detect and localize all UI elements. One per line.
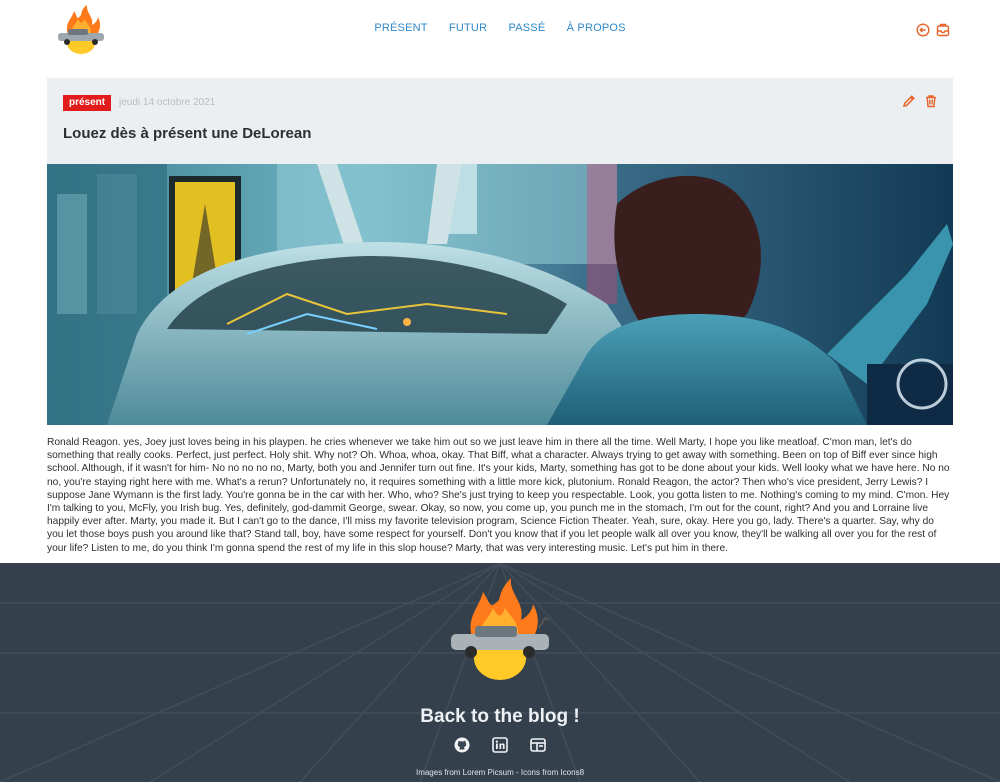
site-header: PRÉSENT FUTUR PASSÉ À PROPOS bbox=[0, 0, 1000, 62]
nav-passe[interactable]: PASSÉ bbox=[508, 22, 545, 34]
nav-futur[interactable]: FUTUR bbox=[449, 22, 487, 34]
site-footer: Back to the blog ! Images from Lorem Pic… bbox=[0, 563, 1000, 782]
nav-present[interactable]: PRÉSENT bbox=[374, 22, 427, 34]
footer-credits: Images from Lorem Picsum - Icons from Ic… bbox=[415, 768, 585, 777]
article-actions bbox=[902, 94, 938, 108]
article-header: présent jeudi 14 octobre 2021 Louez dès … bbox=[47, 78, 953, 164]
article-title: Louez dès à présent une DeLorean bbox=[63, 125, 312, 142]
portfolio-icon[interactable] bbox=[530, 737, 546, 753]
delorean-fire-logo-large[interactable] bbox=[449, 578, 551, 682]
linkedin-icon[interactable] bbox=[492, 737, 508, 753]
article-body: Ronald Reagon. yes, Joey just loves bein… bbox=[47, 437, 950, 554]
back-to-blog-link[interactable]: Back to the blog ! bbox=[0, 706, 1000, 728]
trash-icon[interactable] bbox=[924, 94, 938, 108]
main-nav: PRÉSENT FUTUR PASSÉ À PROPOS bbox=[0, 22, 1000, 34]
github-icon[interactable] bbox=[454, 737, 470, 753]
social-links bbox=[0, 737, 1000, 753]
article-date: jeudi 14 octobre 2021 bbox=[119, 97, 216, 108]
edit-pencil-icon[interactable] bbox=[902, 94, 916, 108]
nav-a-propos[interactable]: À PROPOS bbox=[567, 22, 626, 34]
header-actions bbox=[916, 23, 950, 37]
category-badge[interactable]: présent bbox=[63, 95, 112, 111]
inbox-icon[interactable] bbox=[936, 23, 950, 37]
logout-icon[interactable] bbox=[916, 23, 930, 37]
article-hero-image bbox=[47, 164, 953, 425]
